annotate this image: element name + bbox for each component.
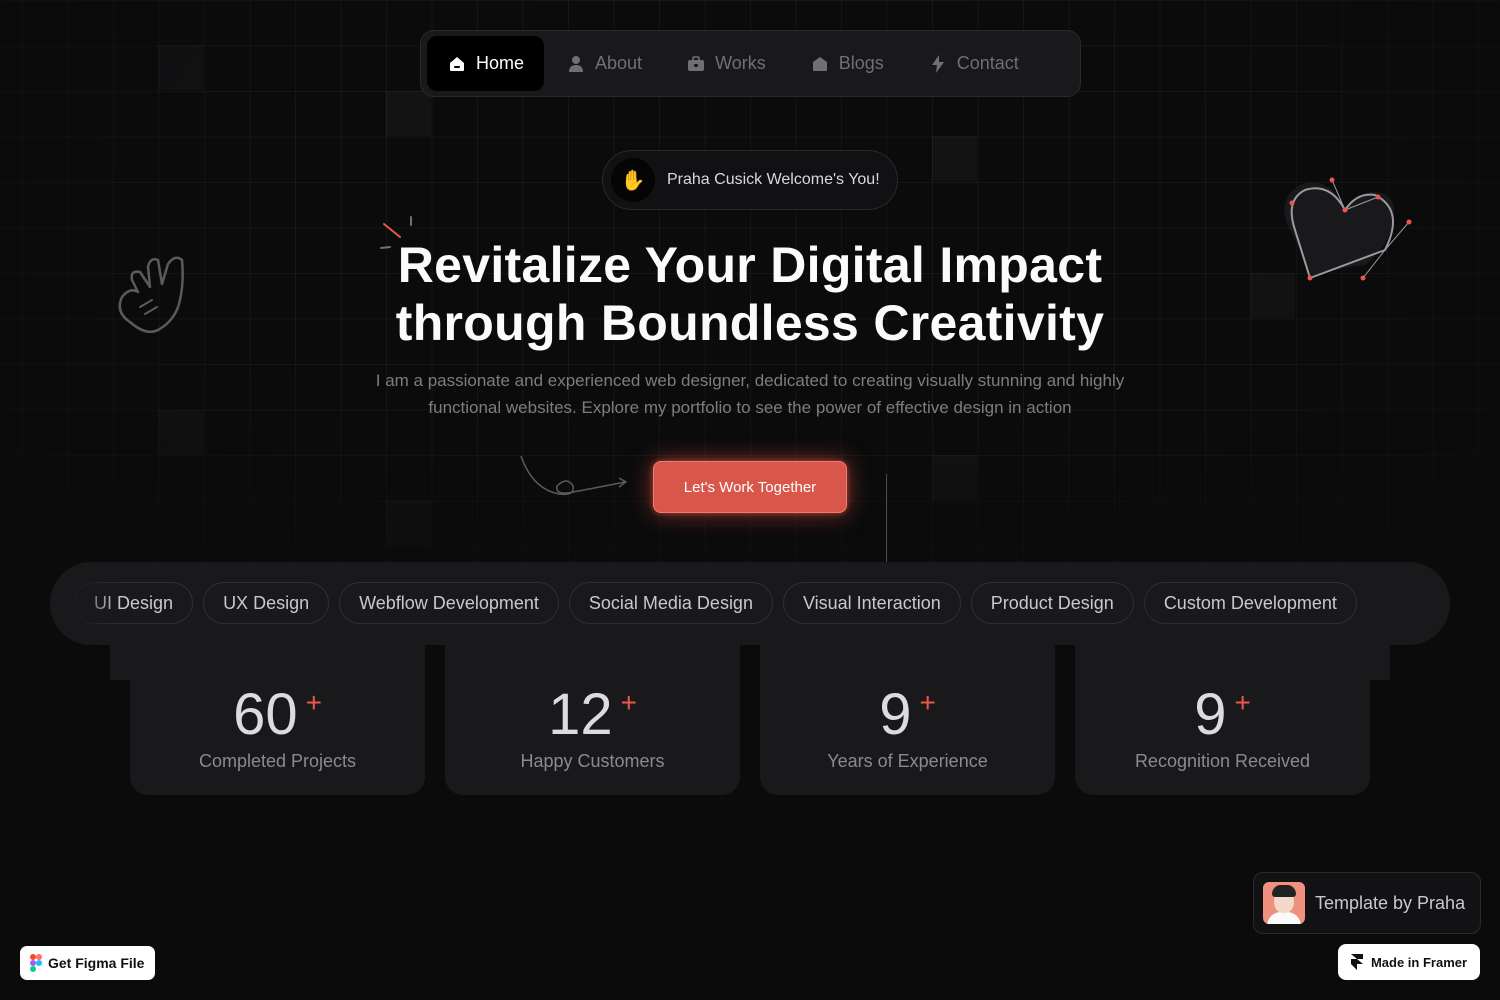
hero-description: I am a passionate and experienced web de… xyxy=(375,371,1125,417)
nav-item-home[interactable]: Home xyxy=(427,36,545,91)
cta-button[interactable]: Let's Work Together xyxy=(653,461,847,513)
skill-tag: UX Design xyxy=(203,582,330,624)
hero-title-line: through Boundless Creativity xyxy=(395,295,1105,351)
stat-number: 60 xyxy=(233,682,298,747)
stat-number: 9 xyxy=(1194,682,1227,747)
lightning-icon xyxy=(931,54,944,73)
plus-suffix: + xyxy=(305,687,322,718)
nav-item-contact[interactable]: Contact xyxy=(906,36,1041,91)
fade-overlay xyxy=(1380,562,1450,645)
stat-card: 60 + Completed Projects xyxy=(130,645,425,795)
hero-title: Revitalize Your Digital Impact through B… xyxy=(300,236,1200,352)
stat-label: Completed Projects xyxy=(198,751,357,771)
waving-hand-icon: ✋ xyxy=(611,158,655,202)
fade-overlay xyxy=(50,562,120,645)
stat-value: 12 + xyxy=(445,671,740,747)
heart-vector-icon xyxy=(1284,177,1412,281)
skill-tag: Social Media Design xyxy=(568,582,773,624)
plus-suffix: + xyxy=(919,687,936,718)
stat-card: 9 + Years of Experience xyxy=(760,645,1055,795)
stat-card: 9 + Recognition Received xyxy=(1075,645,1370,795)
curly-arrow-icon xyxy=(520,455,628,496)
stat-gap xyxy=(740,645,760,795)
skills-marquee: ignUI DesignUX DesignWebflow Development… xyxy=(50,562,1450,645)
framer-icon xyxy=(1350,954,1363,970)
framer-label: Made in Framer xyxy=(1370,954,1468,970)
skill-tag: Webflow Development xyxy=(339,582,559,624)
get-figma-file-button[interactable]: Get Figma File xyxy=(20,946,155,980)
user-icon xyxy=(569,55,584,72)
tag-list: ignUI DesignUX DesignWebflow Development… xyxy=(50,582,1357,624)
plus-suffix: + xyxy=(1234,687,1251,718)
stat-number: 9 xyxy=(879,682,912,747)
stat-gap xyxy=(425,645,445,795)
divider-line xyxy=(886,474,887,562)
skill-tag: Product Design xyxy=(970,582,1134,624)
stat-label: Happy Customers xyxy=(520,751,665,771)
stat-card: 12 + Happy Customers xyxy=(445,645,740,795)
skill-tag: Custom Development xyxy=(1143,582,1357,624)
hero-title-line: Revitalize Your Digital Impact xyxy=(397,237,1103,293)
nav-item-label: Works xyxy=(715,53,766,73)
stat-gap xyxy=(1055,645,1075,795)
nav-item-label: Blogs xyxy=(838,53,884,73)
template-badge[interactable]: Template by Praha xyxy=(1253,872,1481,934)
stat-label: Recognition Received xyxy=(1134,751,1311,771)
welcome-pill: ✋ Praha Cusick Welcome's You! xyxy=(602,150,898,210)
stat-value: 60 + xyxy=(130,671,425,747)
figma-icon xyxy=(30,954,42,972)
hand-doodle-icon xyxy=(118,256,184,333)
home-icon xyxy=(450,56,464,71)
plus-suffix: + xyxy=(620,687,637,718)
made-in-framer-button[interactable]: Made in Framer xyxy=(1338,944,1480,980)
stat-value: 9 + xyxy=(1075,671,1370,747)
nav-item-blogs[interactable]: Blogs xyxy=(788,36,906,91)
template-badge-label: Template by Praha xyxy=(1315,892,1466,913)
nav-item-about[interactable]: About xyxy=(544,36,664,91)
avatar xyxy=(1263,882,1305,924)
briefcase-icon xyxy=(688,55,705,71)
main-nav: Home About Works Blogs Contact xyxy=(420,30,1081,97)
nav-item-label: Home xyxy=(476,53,525,73)
stat-label: Years of Experience xyxy=(827,751,988,771)
nav-item-label: About xyxy=(595,53,643,73)
nav-item-works[interactable]: Works xyxy=(664,36,788,91)
figma-label: Get Figma File xyxy=(48,955,145,971)
stat-number: 12 xyxy=(548,682,613,747)
stat-value: 9 + xyxy=(760,671,1055,747)
blog-icon xyxy=(812,56,827,71)
nav-item-label: Contact xyxy=(956,53,1019,73)
welcome-text: Praha Cusick Welcome's You! xyxy=(667,171,880,188)
skill-tag: Visual Interaction xyxy=(782,582,961,624)
